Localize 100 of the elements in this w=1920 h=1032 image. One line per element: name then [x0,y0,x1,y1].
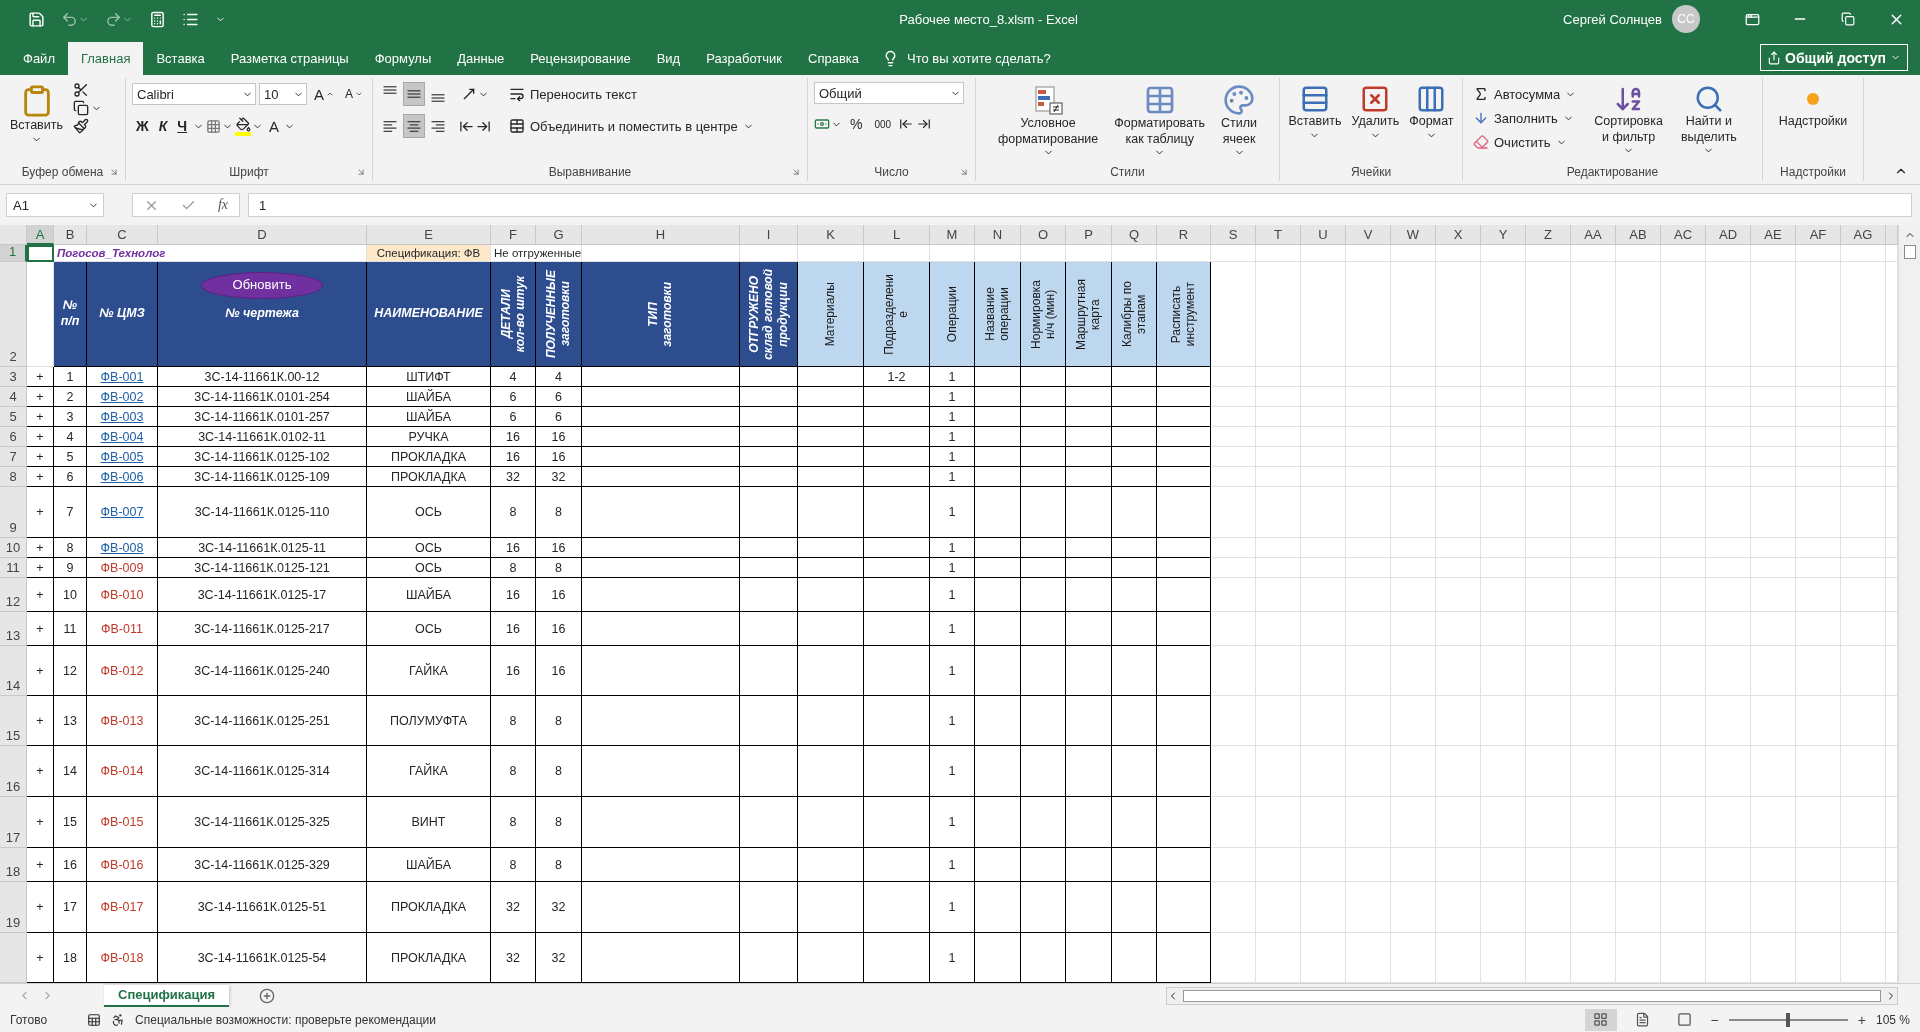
grid-cell[interactable] [1066,245,1112,262]
table-cell[interactable] [1112,746,1157,797]
grid-cell[interactable] [1391,578,1436,612]
grid-cell[interactable] [1211,387,1256,407]
grid-cell[interactable] [1481,746,1526,797]
grid-cell[interactable] [1706,262,1751,367]
grid-cell[interactable] [1481,387,1526,407]
grid-cell[interactable] [1886,367,1898,387]
grid-cell[interactable] [1211,848,1256,882]
column-header[interactable]: AA [1571,225,1616,245]
table-cell[interactable] [1157,848,1211,882]
grid-cell[interactable] [1616,447,1661,467]
grid-cell[interactable] [1301,447,1346,467]
grid-cell[interactable] [1256,882,1301,933]
table-cell[interactable] [1157,387,1211,407]
grid-cell[interactable] [1346,933,1391,983]
column-header[interactable]: O [1021,225,1066,245]
format-painter-icon[interactable] [73,118,89,134]
table-cell[interactable] [740,367,798,387]
table-cell[interactable] [1021,933,1066,983]
table-cell[interactable] [864,467,930,487]
grid-cell[interactable] [1841,558,1886,578]
selected-cell[interactable] [27,245,54,262]
ribbon-display-icon[interactable] [1744,11,1760,27]
grid-cell[interactable] [1661,262,1706,367]
grid-cell[interactable] [1436,487,1481,538]
grid-cell[interactable] [1391,467,1436,487]
table-cell[interactable] [975,538,1021,558]
table-cell[interactable] [1066,746,1112,797]
table-cell[interactable] [1021,487,1066,538]
grid-cell[interactable] [1256,538,1301,558]
vertical-scrollbar[interactable] [1898,225,1920,983]
grid-cell[interactable] [1481,612,1526,646]
grid-cell[interactable] [1706,558,1751,578]
grid-cell[interactable] [975,245,1021,262]
grid-cell[interactable] [1661,367,1706,387]
underline-button[interactable]: Ч [173,114,192,138]
grid-cell[interactable] [1481,447,1526,467]
table-cell[interactable] [582,612,740,646]
grid-cell[interactable] [1616,797,1661,848]
column-header[interactable]: A [27,225,54,245]
table-cell[interactable] [1066,487,1112,538]
grid-cell[interactable] [1571,933,1616,983]
table-cell[interactable] [864,882,930,933]
grid-cell[interactable] [1481,407,1526,427]
grid-cell[interactable] [1616,612,1661,646]
grid-cell[interactable] [1661,646,1706,696]
column-header[interactable]: D [158,225,367,245]
grid-cell[interactable] [1796,746,1841,797]
table-cell[interactable] [975,612,1021,646]
share-button[interactable]: Общий доступ [1760,44,1908,71]
grid-cell[interactable] [1301,612,1346,646]
table-cell[interactable] [1066,646,1112,696]
grid-cell[interactable] [1886,696,1898,746]
row-header[interactable]: 18 [0,848,27,882]
font-color-button[interactable]: A [265,114,284,138]
grid-cell[interactable] [1256,746,1301,797]
code-cell[interactable]: ФВ-007 [87,487,158,538]
tell-me-field[interactable]: Что вы хотите сделать? [907,51,1051,66]
grid-cell[interactable] [27,262,54,367]
grid-cell[interactable] [1706,578,1751,612]
table-cell[interactable] [864,558,930,578]
ribbon-tab[interactable]: Формулы [361,42,445,75]
grid-cell[interactable] [1211,882,1256,933]
grid-cell[interactable] [1436,696,1481,746]
ribbon-tab[interactable]: Справка [795,42,872,75]
grid-cell[interactable] [1841,848,1886,882]
macro-record-icon[interactable] [87,1012,102,1027]
column-header[interactable]: L [864,225,930,245]
column-header[interactable]: T [1256,225,1301,245]
table-cell[interactable] [740,746,798,797]
increase-decimal-icon[interactable] [899,117,914,131]
grid-cell[interactable] [1301,696,1346,746]
row-header[interactable]: 12 [0,578,27,612]
grid-cell[interactable] [1391,262,1436,367]
column-header[interactable]: X [1436,225,1481,245]
grid-cell[interactable] [864,245,930,262]
grid-cell[interactable] [1211,612,1256,646]
grid-cell[interactable] [1661,558,1706,578]
table-cell[interactable] [1157,447,1211,467]
table-cell[interactable] [582,797,740,848]
column-header[interactable]: C [87,225,158,245]
grid-cell[interactable] [1301,467,1346,487]
expand-cell[interactable]: + [27,487,54,538]
table-cell[interactable] [740,696,798,746]
table-cell[interactable] [975,467,1021,487]
table-cell[interactable] [975,578,1021,612]
grid-cell[interactable] [1886,746,1898,797]
table-cell[interactable] [1157,558,1211,578]
accessibility-status[interactable]: Специальные возможности: проверьте рекомендации [135,1012,436,1027]
table-cell[interactable] [1021,407,1066,427]
code-cell[interactable]: ФВ-002 [87,387,158,407]
grid-cell[interactable] [1211,447,1256,467]
table-cell[interactable] [864,387,930,407]
grid-cell[interactable] [1211,746,1256,797]
grid-cell[interactable] [1481,797,1526,848]
table-cell[interactable] [1021,696,1066,746]
add-sheet-icon[interactable] [259,987,276,1004]
redo-icon[interactable] [105,10,122,28]
grid-cell[interactable] [1481,696,1526,746]
